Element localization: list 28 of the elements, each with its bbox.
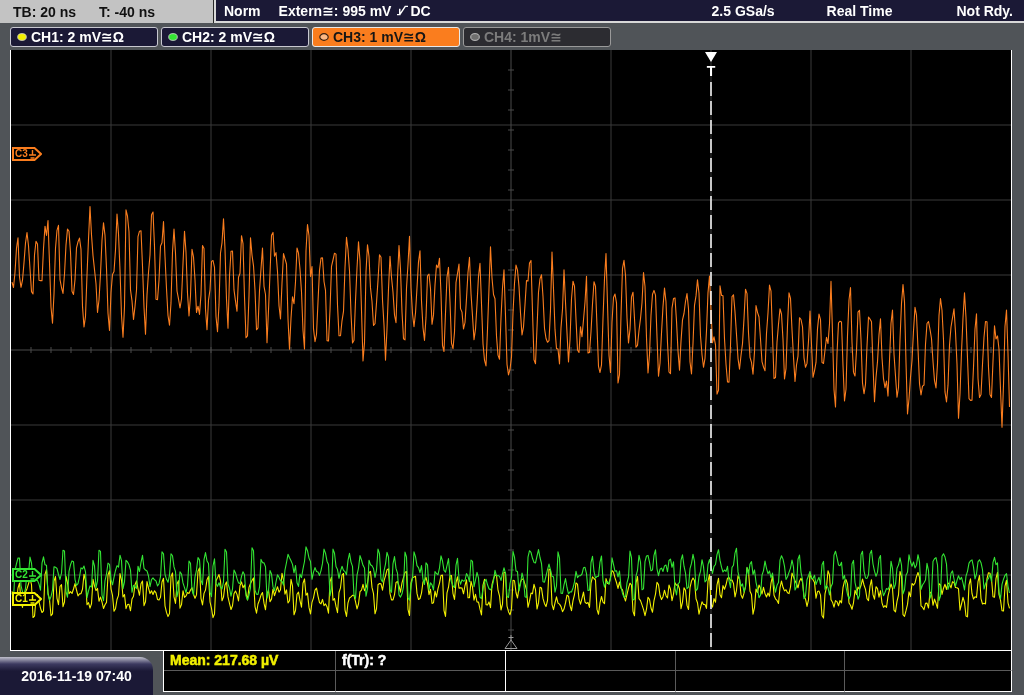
rising-edge-icon <box>396 5 410 16</box>
channel-marker[interactable]: C1 <box>12 592 42 606</box>
channel-marker[interactable]: C3 <box>12 147 42 161</box>
channel-tab[interactable]: CH2: 2 mV≅Ω <box>161 27 309 47</box>
channel-marker-label: C1 <box>15 593 28 605</box>
sample-rate: 2.5 GSa/s <box>711 2 775 19</box>
acquisition-mode: Real Time <box>826 2 893 19</box>
channel-marker[interactable]: C2 <box>12 568 42 582</box>
trigger-mode: Norm <box>224 2 261 19</box>
status-dot-icon <box>319 33 329 41</box>
trigger-time-value: T: -40 ns <box>99 3 156 20</box>
trigger-marker-icon[interactable] <box>705 52 717 62</box>
measurement-value: Mean: 217.68 µV <box>170 653 279 668</box>
trigger-source: Extern≅: 995 mV <box>278 2 392 19</box>
channel-marker-label: C2 <box>15 569 28 581</box>
trigger-marker-label: T <box>705 63 717 79</box>
trigger-coupling: DC <box>410 2 431 19</box>
channel-marker-label: C3 <box>15 148 28 160</box>
timebase-value: TB: 20 ns <box>13 3 76 20</box>
ground-icon <box>28 594 36 604</box>
date-time-display: 2016-11-19 07:40 <box>0 657 153 695</box>
position-marker-icon[interactable] <box>504 634 518 649</box>
channel-tab[interactable]: CH1: 2 mV≅Ω <box>10 27 158 47</box>
trigger-status: Not Rdy. <box>956 2 1013 19</box>
ground-icon <box>28 149 36 159</box>
measurement-value: f(Tr): ? <box>342 653 387 668</box>
ground-icon <box>28 570 36 580</box>
channel-tab[interactable]: CH3: 1 mV≅Ω <box>312 27 460 47</box>
